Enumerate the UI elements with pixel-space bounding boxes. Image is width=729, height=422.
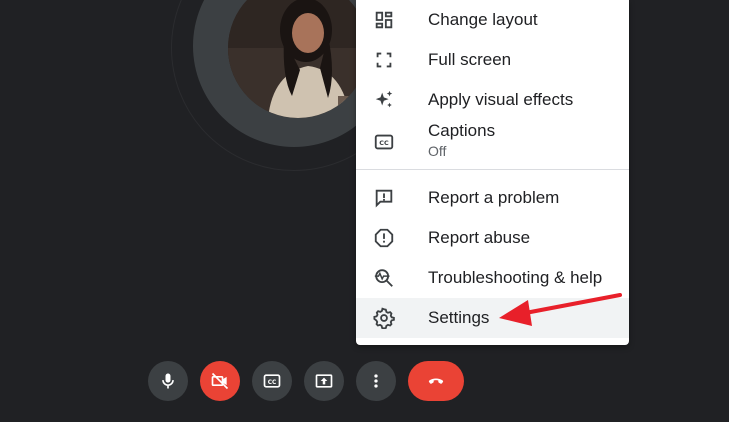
menu-item-troubleshooting[interactable]: Troubleshooting & help — [356, 258, 629, 298]
svg-text:CC: CC — [379, 139, 389, 147]
menu-item-label: Captions — [428, 121, 496, 140]
menu-item-label: Settings — [428, 308, 490, 327]
svg-text:CC: CC — [268, 380, 277, 386]
leave-call-button[interactable] — [408, 361, 464, 401]
more-options-menu: Change layout Full screen Apply visual e… — [356, 0, 629, 345]
more-options-button[interactable] — [356, 361, 396, 401]
menu-item-settings[interactable]: Settings — [356, 298, 629, 338]
gear-icon — [372, 306, 396, 330]
microphone-button[interactable] — [148, 361, 188, 401]
menu-item-captions[interactable]: CC Captions Off — [356, 120, 629, 165]
present-screen-icon — [315, 374, 333, 388]
fullscreen-icon — [372, 48, 396, 72]
menu-item-full-screen[interactable]: Full screen — [356, 40, 629, 80]
menu-item-label: Full screen — [428, 50, 512, 69]
captions-status: Off — [428, 143, 447, 159]
menu-divider — [356, 169, 629, 170]
menu-item-apply-visual-effects[interactable]: Apply visual effects — [356, 80, 629, 120]
change-layout-icon — [372, 8, 396, 32]
menu-item-label: Report a problem — [428, 188, 560, 207]
camera-toggle-button[interactable] — [200, 361, 240, 401]
menu-item-change-layout[interactable]: Change layout — [356, 0, 629, 40]
camera-off-icon — [211, 372, 229, 390]
report-problem-icon — [372, 186, 396, 210]
present-now-button[interactable] — [304, 361, 344, 401]
menu-item-label: Apply visual effects — [428, 90, 574, 109]
more-vert-icon — [374, 374, 378, 388]
menu-item-label: Change layout — [428, 10, 538, 29]
captions-icon: CC — [372, 130, 396, 154]
menu-item-report-problem[interactable]: Report a problem — [356, 178, 629, 218]
troubleshooting-icon — [372, 266, 396, 290]
menu-item-label: Troubleshooting & help — [428, 268, 603, 287]
report-abuse-icon — [372, 226, 396, 250]
hang-up-icon — [428, 378, 444, 384]
sparkle-icon — [372, 88, 396, 112]
menu-item-label: Report abuse — [428, 228, 531, 247]
menu-item-report-abuse[interactable]: Report abuse — [356, 218, 629, 258]
microphone-icon — [162, 373, 174, 389]
captions-button[interactable]: CC — [252, 361, 292, 401]
captions-icon: CC — [263, 374, 281, 388]
